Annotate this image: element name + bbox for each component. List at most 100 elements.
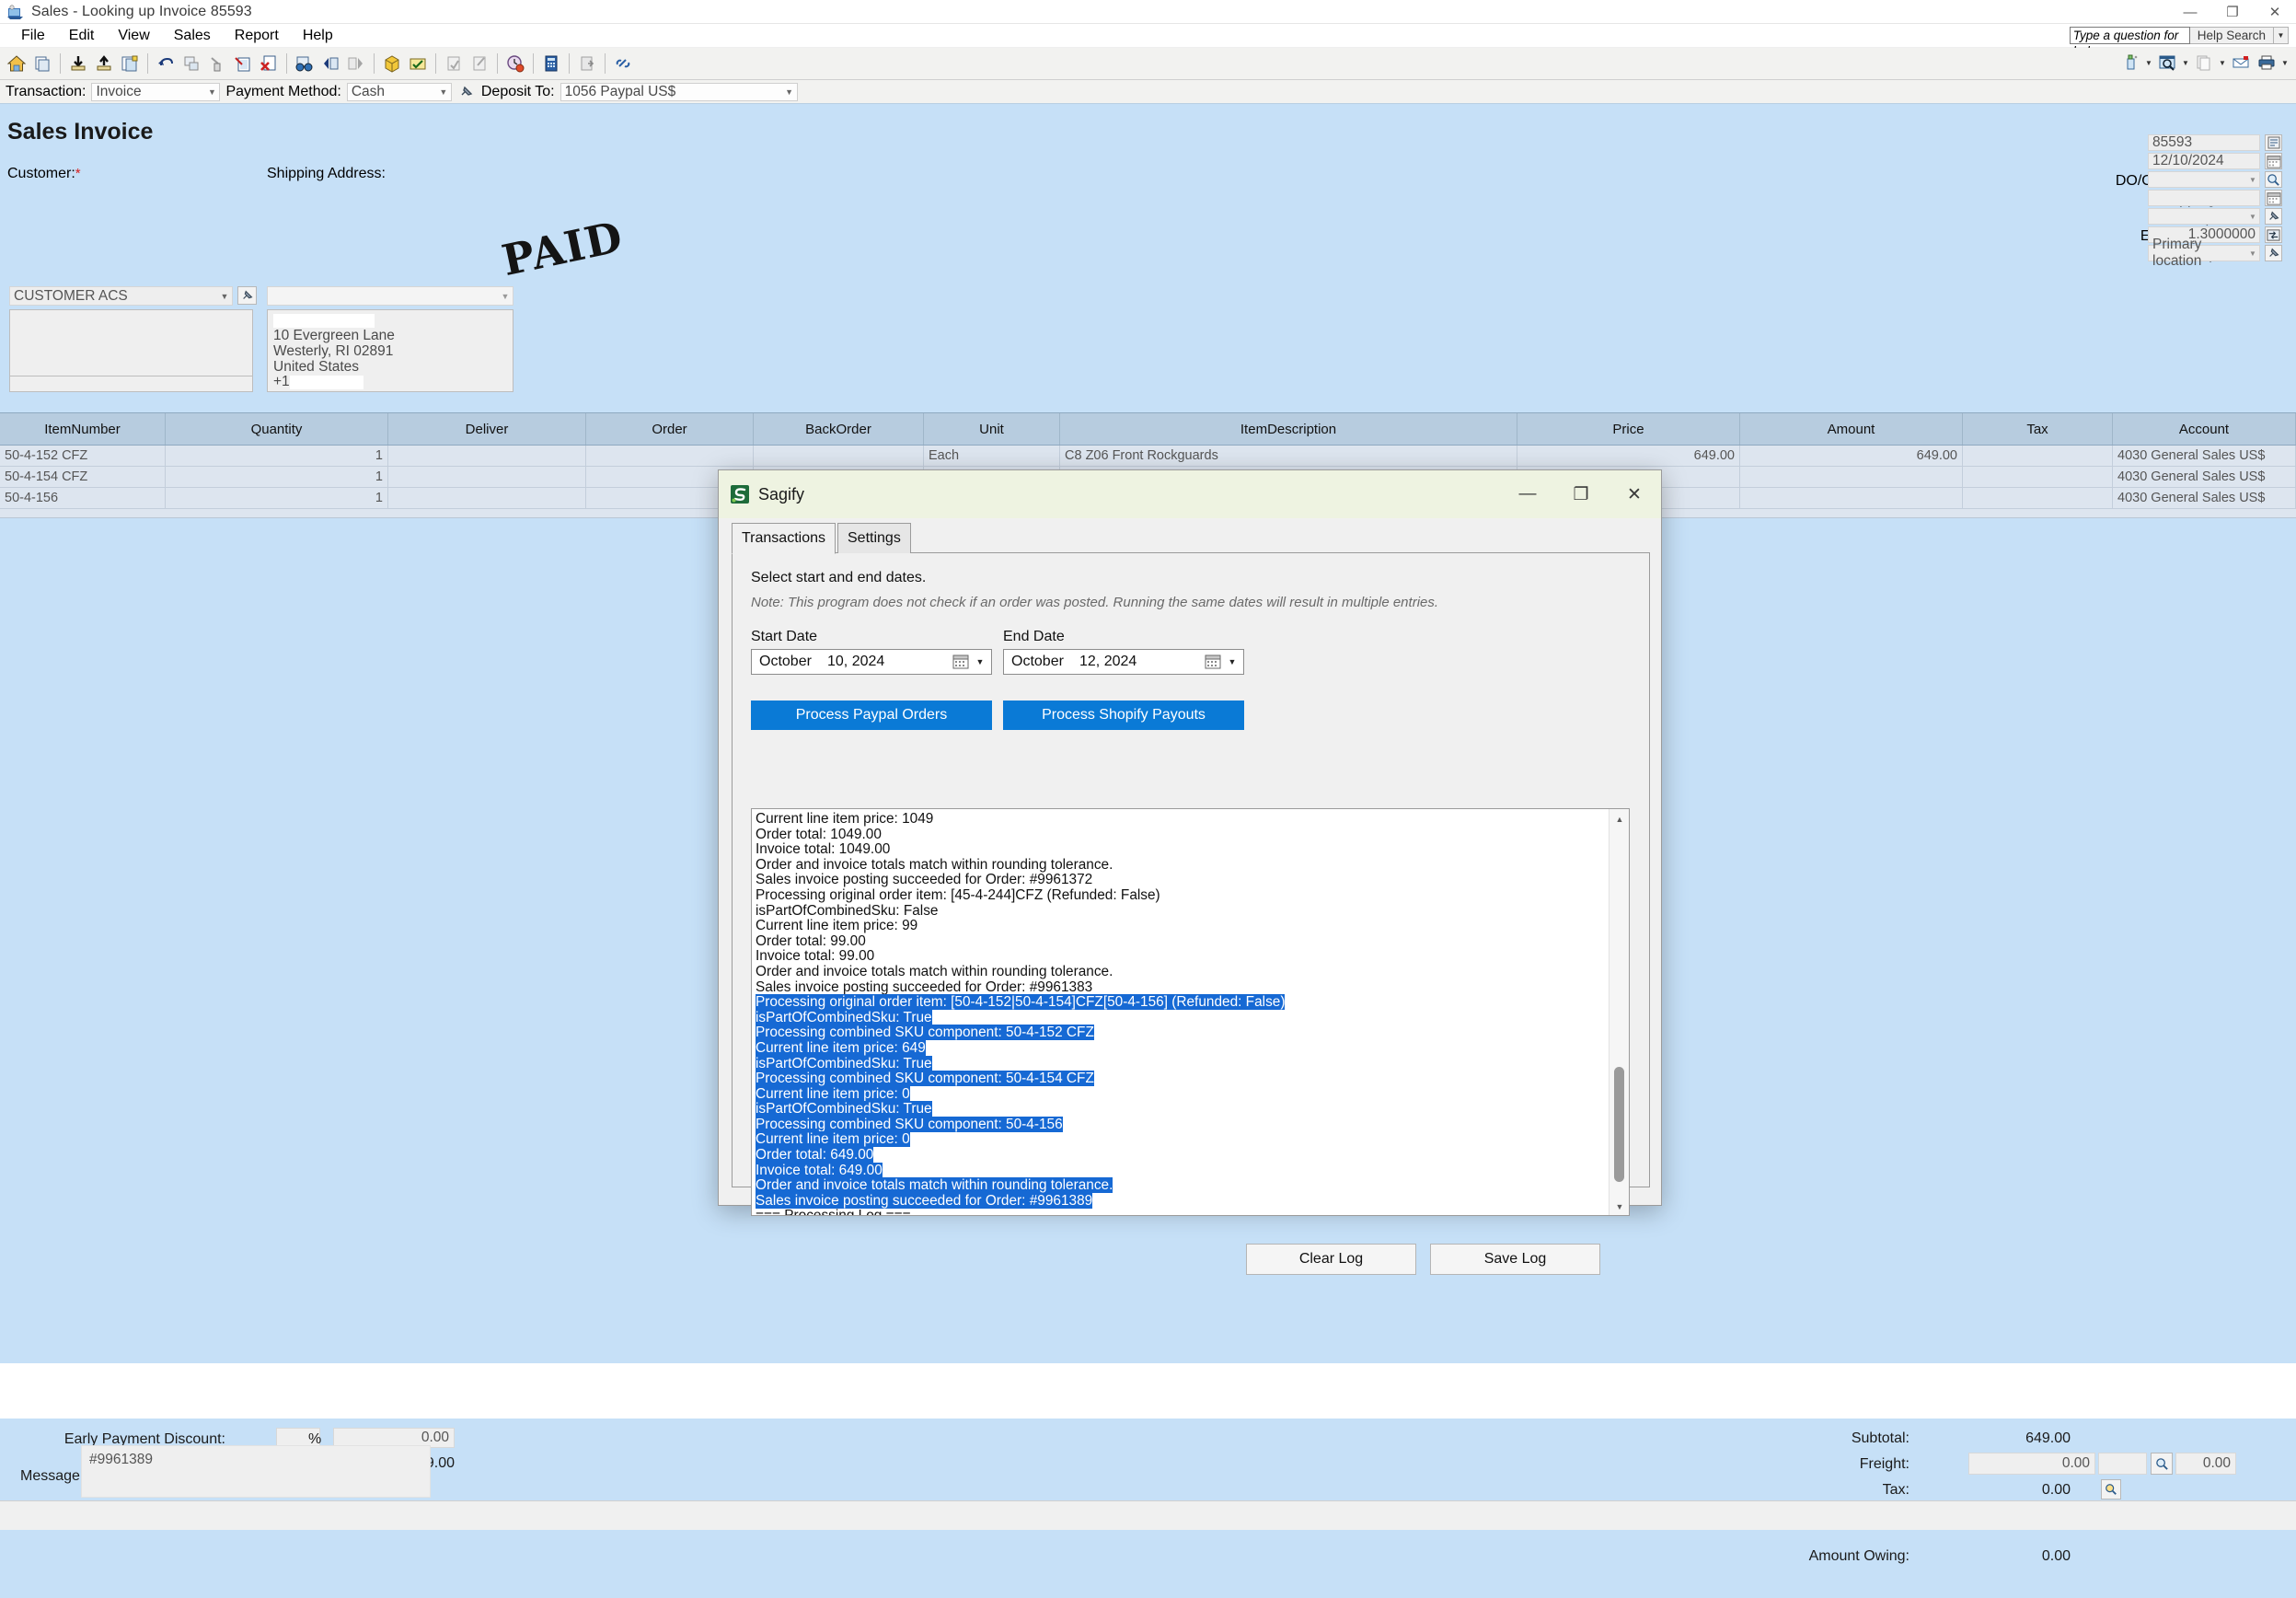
grid-header-7[interactable]: Price xyxy=(1517,413,1740,445)
edit-note-icon[interactable] xyxy=(230,51,256,76)
restore-button[interactable]: ❐ xyxy=(2211,0,2254,24)
lookup-glasses-icon[interactable] xyxy=(292,51,317,76)
cell-account[interactable]: 4030 General Sales US$ xyxy=(2113,488,2296,508)
next-record-icon[interactable] xyxy=(343,51,369,76)
preview-icon[interactable] xyxy=(2154,50,2180,75)
cell-unit[interactable]: Each xyxy=(924,446,1060,466)
cell-quantity[interactable]: 1 xyxy=(166,488,388,508)
process-shopify-payouts-button[interactable]: Process Shopify Payouts xyxy=(1003,701,1244,730)
freight-search-icon[interactable] xyxy=(2151,1453,2173,1475)
cell-quantity[interactable]: 1 xyxy=(166,467,388,487)
help-search-input[interactable]: Type a question for help xyxy=(2069,27,2190,58)
sagify-close-button[interactable]: ✕ xyxy=(1608,470,1661,518)
cell-amount[interactable]: 649.00 xyxy=(1740,446,1963,466)
link-attachment-icon[interactable] xyxy=(610,51,636,76)
cell-item_number[interactable]: 50-4-156 xyxy=(0,488,166,508)
copies-icon[interactable] xyxy=(2191,50,2217,75)
grid-header-5[interactable]: Unit xyxy=(924,413,1060,445)
copies-dropdown-icon[interactable]: ▼ xyxy=(2217,50,2228,75)
duplicate-record-icon[interactable] xyxy=(117,51,143,76)
cell-tax[interactable] xyxy=(1963,467,2113,487)
copy-page-icon[interactable] xyxy=(29,51,55,76)
print-dropdown-icon[interactable]: ▼ xyxy=(2279,50,2290,75)
cell-account[interactable]: 4030 General Sales US$ xyxy=(2113,446,2296,466)
start-date-picker[interactable]: October 10, 2024 ▼ xyxy=(751,649,992,675)
cell-deliver[interactable] xyxy=(388,488,586,508)
calculator-icon[interactable] xyxy=(538,51,564,76)
field-input-4[interactable]: ▼ xyxy=(2148,208,2260,225)
help-search-dropdown-icon[interactable]: ▼ xyxy=(2274,27,2289,44)
menu-item-report[interactable]: Report xyxy=(223,25,291,47)
scroll-up-button[interactable]: ▲ xyxy=(1610,809,1629,829)
tab-transactions[interactable]: Transactions xyxy=(732,523,836,554)
end-date-picker[interactable]: October 12, 2024 ▼ xyxy=(1003,649,1244,675)
grid-header-6[interactable]: Item Description xyxy=(1060,413,1517,445)
pin-icon[interactable] xyxy=(2265,208,2282,225)
cell-item_number[interactable]: 50-4-152 CFZ xyxy=(0,446,166,466)
cell-deliver[interactable] xyxy=(388,446,586,466)
checklist-icon[interactable] xyxy=(405,51,431,76)
scroll-down-button[interactable]: ▼ xyxy=(1610,1197,1629,1215)
delete-record-icon[interactable] xyxy=(256,51,282,76)
print-icon[interactable] xyxy=(2254,50,2279,75)
cell-description[interactable]: C8 Z06 Front Rockguards xyxy=(1060,446,1517,466)
calendar-icon[interactable] xyxy=(1205,654,1223,670)
journal-entry-icon[interactable] xyxy=(441,51,467,76)
calendar-icon[interactable] xyxy=(952,654,971,670)
menu-item-sales[interactable]: Sales xyxy=(162,25,223,47)
grid-header-9[interactable]: Tax xyxy=(1963,413,2113,445)
freight-input[interactable]: 0.00 xyxy=(1968,1453,2095,1475)
cell-quantity[interactable]: 1 xyxy=(166,446,388,466)
field-input-2[interactable]: ▼ xyxy=(2148,171,2260,188)
email-icon[interactable] xyxy=(2228,50,2254,75)
help-search-button[interactable]: Help Search xyxy=(2189,27,2274,44)
sagify-minimize-button[interactable]: — xyxy=(1501,470,1554,518)
cell-back_order[interactable] xyxy=(754,446,924,466)
cell-deliver[interactable] xyxy=(388,467,586,487)
cell-order[interactable] xyxy=(586,446,754,466)
calendar-icon[interactable] xyxy=(2265,153,2282,169)
customer-select[interactable]: CUSTOMER ACS ▼ xyxy=(9,286,233,306)
report-icon[interactable] xyxy=(574,51,600,76)
transaction-select[interactable]: Invoice ▼ xyxy=(91,82,221,101)
field-input-3[interactable] xyxy=(2148,190,2260,206)
payment-method-select[interactable]: Cash ▼ xyxy=(346,82,452,101)
spray-dropdown-icon[interactable]: ▼ xyxy=(2143,50,2154,75)
cell-price[interactable]: 649.00 xyxy=(1517,446,1740,466)
cell-account[interactable]: 4030 General Sales US$ xyxy=(2113,467,2296,487)
log-scrollbar[interactable]: ▲ ▼ xyxy=(1609,809,1629,1215)
save-log-button[interactable]: Save Log xyxy=(1430,1244,1600,1275)
home-icon[interactable] xyxy=(4,51,29,76)
processing-log-text[interactable]: Current line item price: 1049 Order total… xyxy=(756,811,1607,1215)
post-up-icon[interactable] xyxy=(91,51,117,76)
cell-amount[interactable] xyxy=(1740,467,1963,487)
cell-tax[interactable] xyxy=(1963,488,2113,508)
save-down-icon[interactable] xyxy=(65,51,91,76)
scrollbar-thumb[interactable] xyxy=(1614,1067,1624,1182)
message-input[interactable]: #9961389 xyxy=(81,1445,431,1498)
end-date-dropdown-icon[interactable]: ▼ xyxy=(1225,657,1240,666)
grid-header-4[interactable]: Back Order xyxy=(754,413,924,445)
clear-icon[interactable] xyxy=(204,51,230,76)
package-icon[interactable] xyxy=(379,51,405,76)
calendar-icon[interactable] xyxy=(2265,190,2282,206)
tab-settings[interactable]: Settings xyxy=(837,523,911,553)
freight-tax-value[interactable]: 0.00 xyxy=(2175,1453,2236,1475)
customer-pin-icon[interactable] xyxy=(237,286,257,305)
field-input-0[interactable]: 85593 xyxy=(2148,134,2260,151)
tax-search-icon[interactable] xyxy=(2101,1479,2121,1500)
field-input-6[interactable]: Primary location ▼ xyxy=(2148,237,2260,269)
clear-log-button[interactable]: Clear Log xyxy=(1246,1244,1416,1275)
menu-item-file[interactable]: File xyxy=(9,25,57,47)
deposit-to-select[interactable]: 1056 Paypal US$ ▼ xyxy=(560,82,798,101)
freight-code-input[interactable] xyxy=(2098,1453,2147,1475)
pin-icon[interactable] xyxy=(457,83,476,101)
menu-item-help[interactable]: Help xyxy=(291,25,345,47)
minimize-button[interactable]: — xyxy=(2169,0,2211,24)
cell-item_number[interactable]: 50-4-154 CFZ xyxy=(0,467,166,487)
grid-header-8[interactable]: Amount xyxy=(1740,413,1963,445)
pin-icon[interactable] xyxy=(2265,245,2282,261)
time-clock-icon[interactable] xyxy=(502,51,528,76)
search-icon[interactable] xyxy=(2265,171,2282,188)
process-paypal-orders-button[interactable]: Process Paypal Orders xyxy=(751,701,992,730)
